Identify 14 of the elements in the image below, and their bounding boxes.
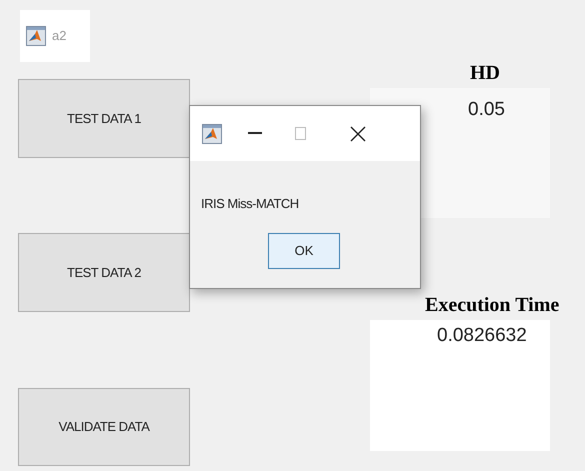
result-value: 0.0826632 <box>437 325 527 346</box>
minimize-icon[interactable] <box>248 132 262 135</box>
close-icon[interactable] <box>350 126 366 142</box>
dialog-message: IRIS Miss-MATCH <box>201 195 299 213</box>
app-icon <box>202 124 222 144</box>
result-heading: HD <box>470 62 500 84</box>
action-button[interactable]: TEST DATA 1 <box>18 79 190 158</box>
action-button[interactable]: TEST DATA 2 <box>18 233 190 312</box>
window-title: a2 <box>52 27 66 46</box>
action-button[interactable]: VALIDATE DATA <box>18 388 190 466</box>
ok-button[interactable]: OK <box>268 233 340 269</box>
app-icon <box>26 26 46 46</box>
result-heading: Execution Time <box>425 294 560 316</box>
result-value: 0.05 <box>468 99 505 120</box>
